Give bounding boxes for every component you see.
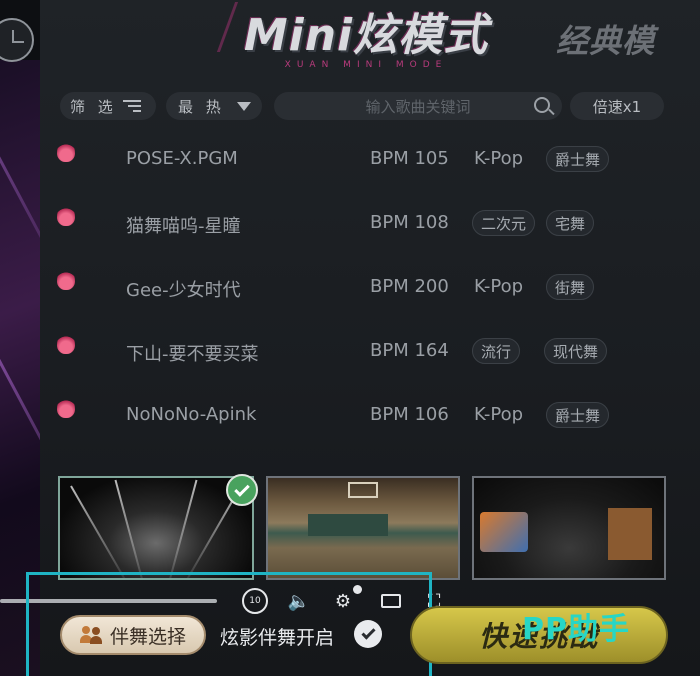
hot-flame-icon: [57, 140, 75, 162]
song-bpm: BPM 108: [370, 212, 449, 233]
song-bpm: BPM 105: [370, 148, 449, 169]
song-bpm: BPM 106: [370, 404, 449, 425]
stage-thumbnail-gym[interactable]: [266, 476, 460, 580]
stage-thumbnail-concert[interactable]: [58, 476, 254, 580]
song-row[interactable]: 下山-要不要买菜 BPM 164 流行 现代舞: [0, 332, 700, 372]
song-dance-tag: 爵士舞: [546, 402, 610, 428]
song-name: NoNoNo-Apink: [126, 404, 257, 425]
song-name: 猫舞喵呜-星瞳: [126, 216, 241, 237]
filter-sort-icon: [122, 99, 141, 113]
filter-button[interactable]: 筛 选: [60, 92, 156, 120]
song-dance-tag: 现代舞: [544, 338, 608, 364]
song-dance-tag: 宅舞: [546, 210, 595, 236]
song-dance-tag: 爵士舞: [546, 146, 610, 172]
song-name: POSE-X.PGM: [126, 148, 238, 169]
search-placeholder: 输入歌曲关键词: [365, 97, 471, 116]
speed-button[interactable]: 倍速x1: [570, 92, 664, 120]
caret-down-icon: [236, 101, 251, 111]
hot-flame-icon: [57, 332, 75, 354]
song-bpm: BPM 200: [370, 276, 449, 297]
mode-title-text: Mini炫模式: [243, 10, 489, 61]
song-genre: 二次元: [472, 210, 536, 236]
song-row[interactable]: Gee-少女时代 BPM 200 K-Pop 街舞: [0, 268, 700, 308]
song-name: Gee-少女时代: [126, 280, 241, 301]
song-dance-tag: 街舞: [546, 274, 595, 300]
song-row[interactable]: 猫舞喵呜-星瞳 BPM 108 二次元 宅舞: [0, 204, 700, 244]
song-genre: 流行: [472, 338, 521, 364]
song-name: 下山-要不要买菜: [126, 344, 259, 365]
song-row[interactable]: NoNoNo-Apink BPM 106 K-Pop 爵士舞: [0, 396, 700, 436]
shadow-dance-toggle[interactable]: [354, 620, 382, 648]
song-row[interactable]: POSE-X.PGM BPM 105 K-Pop 爵士舞: [0, 140, 700, 180]
song-genre: K-Pop: [474, 148, 524, 169]
dance-partner-button[interactable]: 伴舞选择: [60, 615, 206, 655]
song-bpm: BPM 164: [370, 340, 449, 361]
shadow-dance-label: 炫影伴舞开启: [220, 627, 335, 649]
song-genre: K-Pop: [474, 404, 524, 425]
stage-thumbnail-street[interactable]: [472, 476, 666, 580]
hot-flame-icon: [57, 396, 75, 418]
filter-label: 筛 选: [70, 97, 117, 116]
song-search-input[interactable]: 输入歌曲关键词: [274, 92, 562, 120]
hot-flame-icon: [57, 204, 75, 226]
selected-check-icon: [226, 474, 258, 506]
hot-flame-icon: [57, 268, 75, 290]
sort-label: 最 热: [178, 97, 225, 116]
search-icon[interactable]: [534, 97, 550, 113]
dance-partner-label: 伴舞选择: [109, 625, 186, 648]
history-clock-icon[interactable]: [0, 18, 34, 62]
classic-mode-tab[interactable]: 经典模: [556, 16, 655, 62]
mode-title: Mini炫模式 XUAN MINI MODE: [236, 6, 496, 76]
watermark-logo: PP助手: [522, 612, 630, 647]
speed-label: 倍速x1: [592, 97, 642, 116]
song-genre: K-Pop: [474, 276, 524, 297]
people-icon: [79, 626, 104, 644]
sort-dropdown[interactable]: 最 热: [166, 92, 262, 120]
